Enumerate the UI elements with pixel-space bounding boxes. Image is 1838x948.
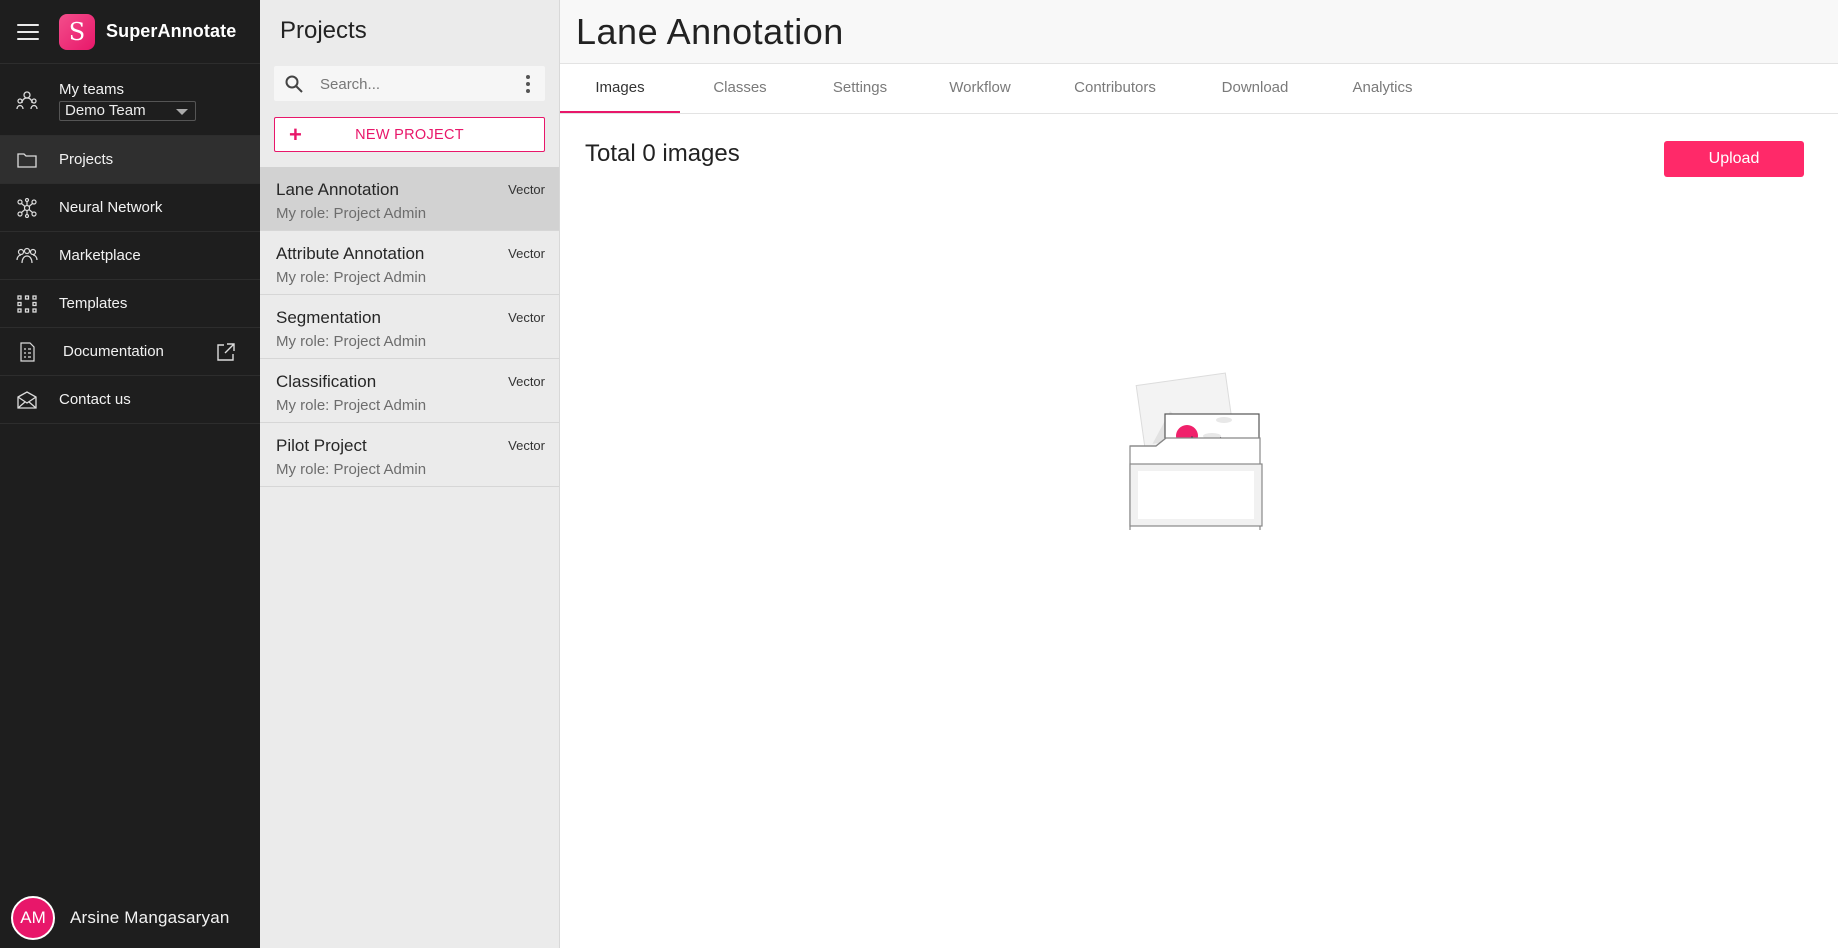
tab-images[interactable]: Images bbox=[560, 64, 680, 113]
project-header: Lane Annotation bbox=[560, 0, 1838, 64]
folder-icon bbox=[17, 153, 37, 168]
project-name: Classification bbox=[276, 372, 377, 391]
new-project-button[interactable]: + NEW PROJECT bbox=[274, 117, 545, 152]
user-name: Arsine Mangasaryan bbox=[70, 908, 230, 927]
project-role: My role: Project Admin bbox=[276, 397, 427, 414]
project-role: My role: Project Admin bbox=[276, 269, 427, 286]
tab-download[interactable]: Download bbox=[1190, 64, 1320, 113]
total-images-count: Total 0 images bbox=[585, 140, 740, 167]
nav-item-label: Templates bbox=[59, 295, 128, 312]
project-list: Lane Annotation My role: Project Admin V… bbox=[260, 167, 559, 487]
hamburger-menu-icon[interactable] bbox=[17, 23, 39, 40]
brand-name: SuperAnnotate bbox=[106, 21, 237, 41]
nav-item-label: Neural Network bbox=[59, 199, 163, 216]
tab-classes[interactable]: Classes bbox=[680, 64, 800, 113]
project-list-item[interactable]: Pilot Project My role: Project Admin Vec… bbox=[260, 423, 559, 487]
project-type-badge: Vector bbox=[508, 310, 545, 325]
nav-item-label: Marketplace bbox=[59, 247, 141, 264]
nav-item-marketplace[interactable]: Marketplace bbox=[0, 232, 260, 280]
nav-item-documentation[interactable]: Documentation bbox=[0, 328, 260, 376]
templates-icon bbox=[17, 295, 37, 313]
project-list-item[interactable]: Segmentation My role: Project Admin Vect… bbox=[260, 295, 559, 359]
project-search bbox=[274, 66, 545, 101]
nav-item-label: Contact us bbox=[59, 391, 131, 408]
tab-settings[interactable]: Settings bbox=[800, 64, 920, 113]
team-select-value: Demo Team bbox=[65, 102, 146, 119]
projects-panel: Projects + NEW PROJECT Lane Annotation M… bbox=[260, 0, 560, 948]
project-role: My role: Project Admin bbox=[276, 461, 427, 478]
project-detail: Lane Annotation Images Classes Settings … bbox=[560, 0, 1838, 948]
project-name: Pilot Project bbox=[276, 436, 367, 455]
project-type-badge: Vector bbox=[508, 246, 545, 261]
project-type-badge: Vector bbox=[508, 438, 545, 453]
documentation-icon bbox=[20, 342, 35, 362]
my-teams-label: My teams bbox=[59, 81, 125, 98]
user-profile[interactable]: AM Arsine Mangasaryan bbox=[0, 888, 260, 948]
search-icon bbox=[285, 75, 303, 93]
new-project-label: NEW PROJECT bbox=[355, 126, 464, 143]
project-role: My role: Project Admin bbox=[276, 333, 427, 350]
nav-item-neural-network[interactable]: Neural Network bbox=[0, 184, 260, 232]
main-navigation: S SuperAnnotate My teams Demo Team Proje… bbox=[0, 0, 260, 948]
marketplace-icon bbox=[16, 247, 38, 264]
search-input[interactable] bbox=[320, 74, 510, 94]
plus-icon: + bbox=[289, 122, 303, 147]
superannotate-logo[interactable]: S bbox=[59, 13, 95, 50]
mail-icon bbox=[17, 391, 37, 409]
nav-item-label: Projects bbox=[59, 151, 114, 168]
neural-network-icon bbox=[17, 198, 37, 218]
nav-item-templates[interactable]: Templates bbox=[0, 280, 260, 328]
external-link-icon[interactable] bbox=[216, 342, 236, 362]
nav-item-contact-us[interactable]: Contact us bbox=[0, 376, 260, 424]
project-list-item[interactable]: Lane Annotation My role: Project Admin V… bbox=[260, 167, 559, 231]
project-list-item[interactable]: Attribute Annotation My role: Project Ad… bbox=[260, 231, 559, 295]
project-type-badge: Vector bbox=[508, 182, 545, 197]
team-icon bbox=[16, 91, 38, 110]
empty-folder-illustration bbox=[1129, 372, 1263, 530]
team-select[interactable]: Demo Team bbox=[59, 101, 196, 121]
tab-analytics[interactable]: Analytics bbox=[1320, 64, 1445, 113]
caret-down-icon bbox=[176, 109, 188, 115]
tab-workflow[interactable]: Workflow bbox=[920, 64, 1040, 113]
nav-topbar: S SuperAnnotate bbox=[0, 0, 260, 64]
project-name: Segmentation bbox=[276, 308, 381, 327]
project-role: My role: Project Admin bbox=[276, 205, 427, 222]
project-name: Attribute Annotation bbox=[276, 244, 425, 263]
more-options-icon[interactable] bbox=[526, 75, 530, 93]
projects-title: Projects bbox=[280, 17, 367, 44]
tab-contributors[interactable]: Contributors bbox=[1040, 64, 1190, 113]
page-title: Lane Annotation bbox=[576, 11, 844, 52]
teams-section: My teams Demo Team bbox=[0, 64, 260, 136]
project-tabs: Images Classes Settings Workflow Contrib… bbox=[560, 64, 1838, 114]
nav-item-label: Documentation bbox=[63, 343, 164, 360]
avatar[interactable]: AM bbox=[11, 896, 55, 940]
project-name: Lane Annotation bbox=[276, 180, 399, 199]
nav-item-projects[interactable]: Projects bbox=[0, 136, 260, 184]
upload-button[interactable]: Upload bbox=[1664, 141, 1804, 177]
project-type-badge: Vector bbox=[508, 374, 545, 389]
project-list-item[interactable]: Classification My role: Project Admin Ve… bbox=[260, 359, 559, 423]
